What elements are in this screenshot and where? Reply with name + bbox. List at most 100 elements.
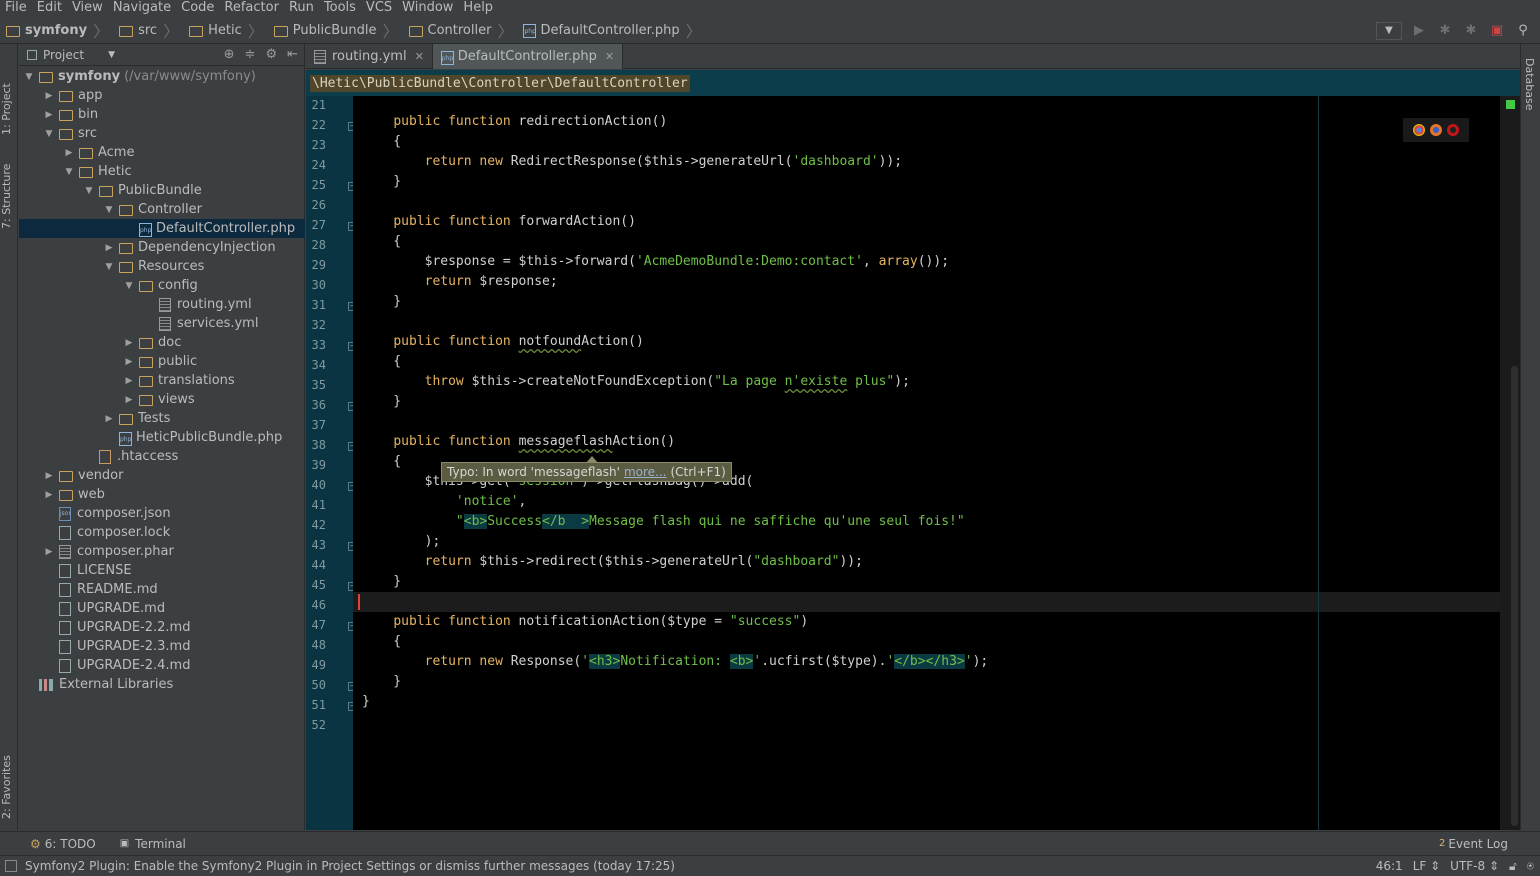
expanded-arrow-icon[interactable]: ▼ <box>21 72 37 82</box>
expanded-arrow-icon[interactable]: ▼ <box>101 205 117 215</box>
tool-tab-terminal[interactable]: ▣ Terminal <box>120 837 186 851</box>
inspector-icon[interactable]: ⍟ <box>1527 859 1534 874</box>
menu-window[interactable]: Window <box>397 0 458 16</box>
collapsed-arrow-icon[interactable]: ▶ <box>121 395 137 405</box>
menu-vcs[interactable]: VCS <box>361 0 397 16</box>
tool-tab-todo[interactable]: ⚙ 6: TODO <box>30 837 96 851</box>
menu-edit[interactable]: Edit <box>32 0 67 16</box>
search-everywhere-icon[interactable]: ⚲ <box>1514 22 1532 40</box>
tree-item-external-libraries[interactable]: External Libraries <box>19 675 305 694</box>
collapsed-arrow-icon[interactable]: ▶ <box>101 414 117 424</box>
tree-item-services-yml[interactable]: services.yml <box>19 314 305 333</box>
tree-item-upgrade-2-3-md[interactable]: UPGRADE-2.3.md <box>19 637 305 656</box>
nav-crumb-publicbundle[interactable]: PublicBundle 〉 <box>268 17 403 44</box>
collapsed-arrow-icon[interactable]: ▶ <box>121 376 137 386</box>
tool-tab-database[interactable]: Database <box>1523 58 1536 111</box>
gear-icon[interactable]: ⚙ <box>265 47 277 62</box>
tool-tab-event-log[interactable]: 2 Event Log <box>1439 837 1508 851</box>
menu-run[interactable]: Run <box>284 0 319 16</box>
class-path-label[interactable]: \Hetic\PublicBundle\Controller\DefaultCo… <box>310 74 690 92</box>
tree-item--htaccess[interactable]: .htaccess <box>19 447 305 466</box>
hide-panel-icon[interactable]: ⇤ <box>287 47 298 62</box>
collapsed-arrow-icon[interactable]: ▶ <box>41 91 57 101</box>
collapsed-arrow-icon[interactable]: ▶ <box>61 148 77 158</box>
tooltip-more-link[interactable]: more... <box>624 465 667 479</box>
debug-icon[interactable]: ✱ <box>1436 22 1454 40</box>
tree-item-resources[interactable]: ▼ Resources <box>19 257 305 276</box>
tree-item-views[interactable]: ▶ views <box>19 390 305 409</box>
nav-crumb-src[interactable]: src 〉 <box>113 17 183 44</box>
tree-item-upgrade-md[interactable]: UPGRADE.md <box>19 599 305 618</box>
collapsed-arrow-icon[interactable]: ▶ <box>41 547 57 557</box>
caret-position[interactable]: 46:1 <box>1376 859 1403 873</box>
menu-navigate[interactable]: Navigate <box>108 0 176 16</box>
tree-item-symfony[interactable]: ▼ symfony (/var/www/symfony) <box>19 67 305 86</box>
editor-scrollbar[interactable] <box>1500 96 1520 830</box>
lock-icon[interactable]: 🔓︎ <box>1509 859 1517 874</box>
nav-crumb-hetic[interactable]: Hetic 〉 <box>183 17 268 44</box>
tree-item-hetic[interactable]: ▼ Hetic <box>19 162 305 181</box>
firefox-icon[interactable] <box>1430 124 1442 136</box>
opera-icon[interactable] <box>1447 124 1459 136</box>
tree-item-dependencyinjection[interactable]: ▶ DependencyInjection <box>19 238 305 257</box>
line-separator[interactable]: LF ⇕ <box>1413 859 1440 873</box>
tree-item-app[interactable]: ▶ app <box>19 86 305 105</box>
expanded-arrow-icon[interactable]: ▼ <box>81 186 97 196</box>
collapse-icon[interactable]: ≑ <box>245 47 256 62</box>
expanded-arrow-icon[interactable]: ▼ <box>121 281 137 291</box>
tree-item-composer-phar[interactable]: ▶ composer.phar <box>19 542 305 561</box>
expanded-arrow-icon[interactable]: ▼ <box>61 167 77 177</box>
tree-item-upgrade-2-4-md[interactable]: UPGRADE-2.4.md <box>19 656 305 675</box>
file-encoding[interactable]: UTF-8 ⇕ <box>1450 859 1499 873</box>
tree-item-web[interactable]: ▶ web <box>19 485 305 504</box>
nav-crumb-controller[interactable]: Controller 〉 <box>403 17 518 44</box>
scrollbar-thumb[interactable] <box>1511 366 1518 826</box>
vcs-icon[interactable]: ▣ <box>1488 22 1506 40</box>
tree-item-config[interactable]: ▼ config <box>19 276 305 295</box>
locate-icon[interactable]: ⊕ <box>224 47 235 62</box>
tree-item-composer-json[interactable]: json composer.json <box>19 504 305 523</box>
nav-crumb-symfony[interactable]: symfony 〉 <box>0 17 113 44</box>
menu-view[interactable]: View <box>67 0 108 16</box>
collapsed-arrow-icon[interactable]: ▶ <box>41 490 57 500</box>
run-icon[interactable]: ▶ <box>1410 22 1428 40</box>
run-config-dropdown[interactable]: ▼ <box>1376 21 1402 40</box>
tree-item-license[interactable]: LICENSE <box>19 561 305 580</box>
status-message[interactable]: Symfony2 Plugin: Enable the Symfony2 Plu… <box>25 859 675 873</box>
tree-item-public[interactable]: ▶ public <box>19 352 305 371</box>
tree-item-vendor[interactable]: ▶ vendor <box>19 466 305 485</box>
tree-item-bin[interactable]: ▶ bin <box>19 105 305 124</box>
menu-help[interactable]: Help <box>458 0 498 16</box>
tree-item-heticpublicbundle-php[interactable]: php HeticPublicBundle.php <box>19 428 305 447</box>
menu-file[interactable]: File <box>0 0 32 16</box>
tree-item-tests[interactable]: ▶ Tests <box>19 409 305 428</box>
tree-item-acme[interactable]: ▶ Acme <box>19 143 305 162</box>
expanded-arrow-icon[interactable]: ▼ <box>101 262 117 272</box>
project-panel-title[interactable]: Project <box>43 48 84 62</box>
tool-tab-structure[interactable]: 7: Structure <box>0 156 18 236</box>
close-icon[interactable]: ✕ <box>415 50 424 63</box>
menu-tools[interactable]: Tools <box>319 0 361 16</box>
tab-defaultcontroller-php[interactable]: php DefaultController.php ✕ <box>432 44 624 69</box>
collapsed-arrow-icon[interactable]: ▶ <box>41 471 57 481</box>
chrome-icon[interactable] <box>1413 124 1425 136</box>
tree-item-routing-yml[interactable]: routing.yml <box>19 295 305 314</box>
tree-item-controller[interactable]: ▼ Controller <box>19 200 305 219</box>
collapsed-arrow-icon[interactable]: ▶ <box>41 110 57 120</box>
tree-item-readme-md[interactable]: README.md <box>19 580 305 599</box>
collapsed-arrow-icon[interactable]: ▶ <box>121 357 137 367</box>
tree-item-translations[interactable]: ▶ translations <box>19 371 305 390</box>
tree-item-upgrade-2-2-md[interactable]: UPGRADE-2.2.md <box>19 618 305 637</box>
menu-code[interactable]: Code <box>176 0 219 16</box>
nav-crumb-defaultcontroller-php[interactable]: php DefaultController.php 〉 <box>517 17 705 44</box>
tree-item-defaultcontroller-php[interactable]: php DefaultController.php <box>19 219 305 238</box>
tree-item-composer-lock[interactable]: composer.lock <box>19 523 305 542</box>
tool-tab-favorites[interactable]: 2: Favorites <box>0 742 18 832</box>
toggle-tool-windows-icon[interactable] <box>5 859 17 872</box>
tab-routing-yml[interactable]: routing.yml ✕ <box>306 44 433 69</box>
close-icon[interactable]: ✕ <box>605 50 614 63</box>
coverage-icon[interactable]: ✱ <box>1462 22 1480 40</box>
expanded-arrow-icon[interactable]: ▼ <box>41 129 57 139</box>
chevron-down-icon[interactable]: ▼ <box>108 50 115 60</box>
collapsed-arrow-icon[interactable]: ▶ <box>121 338 137 348</box>
